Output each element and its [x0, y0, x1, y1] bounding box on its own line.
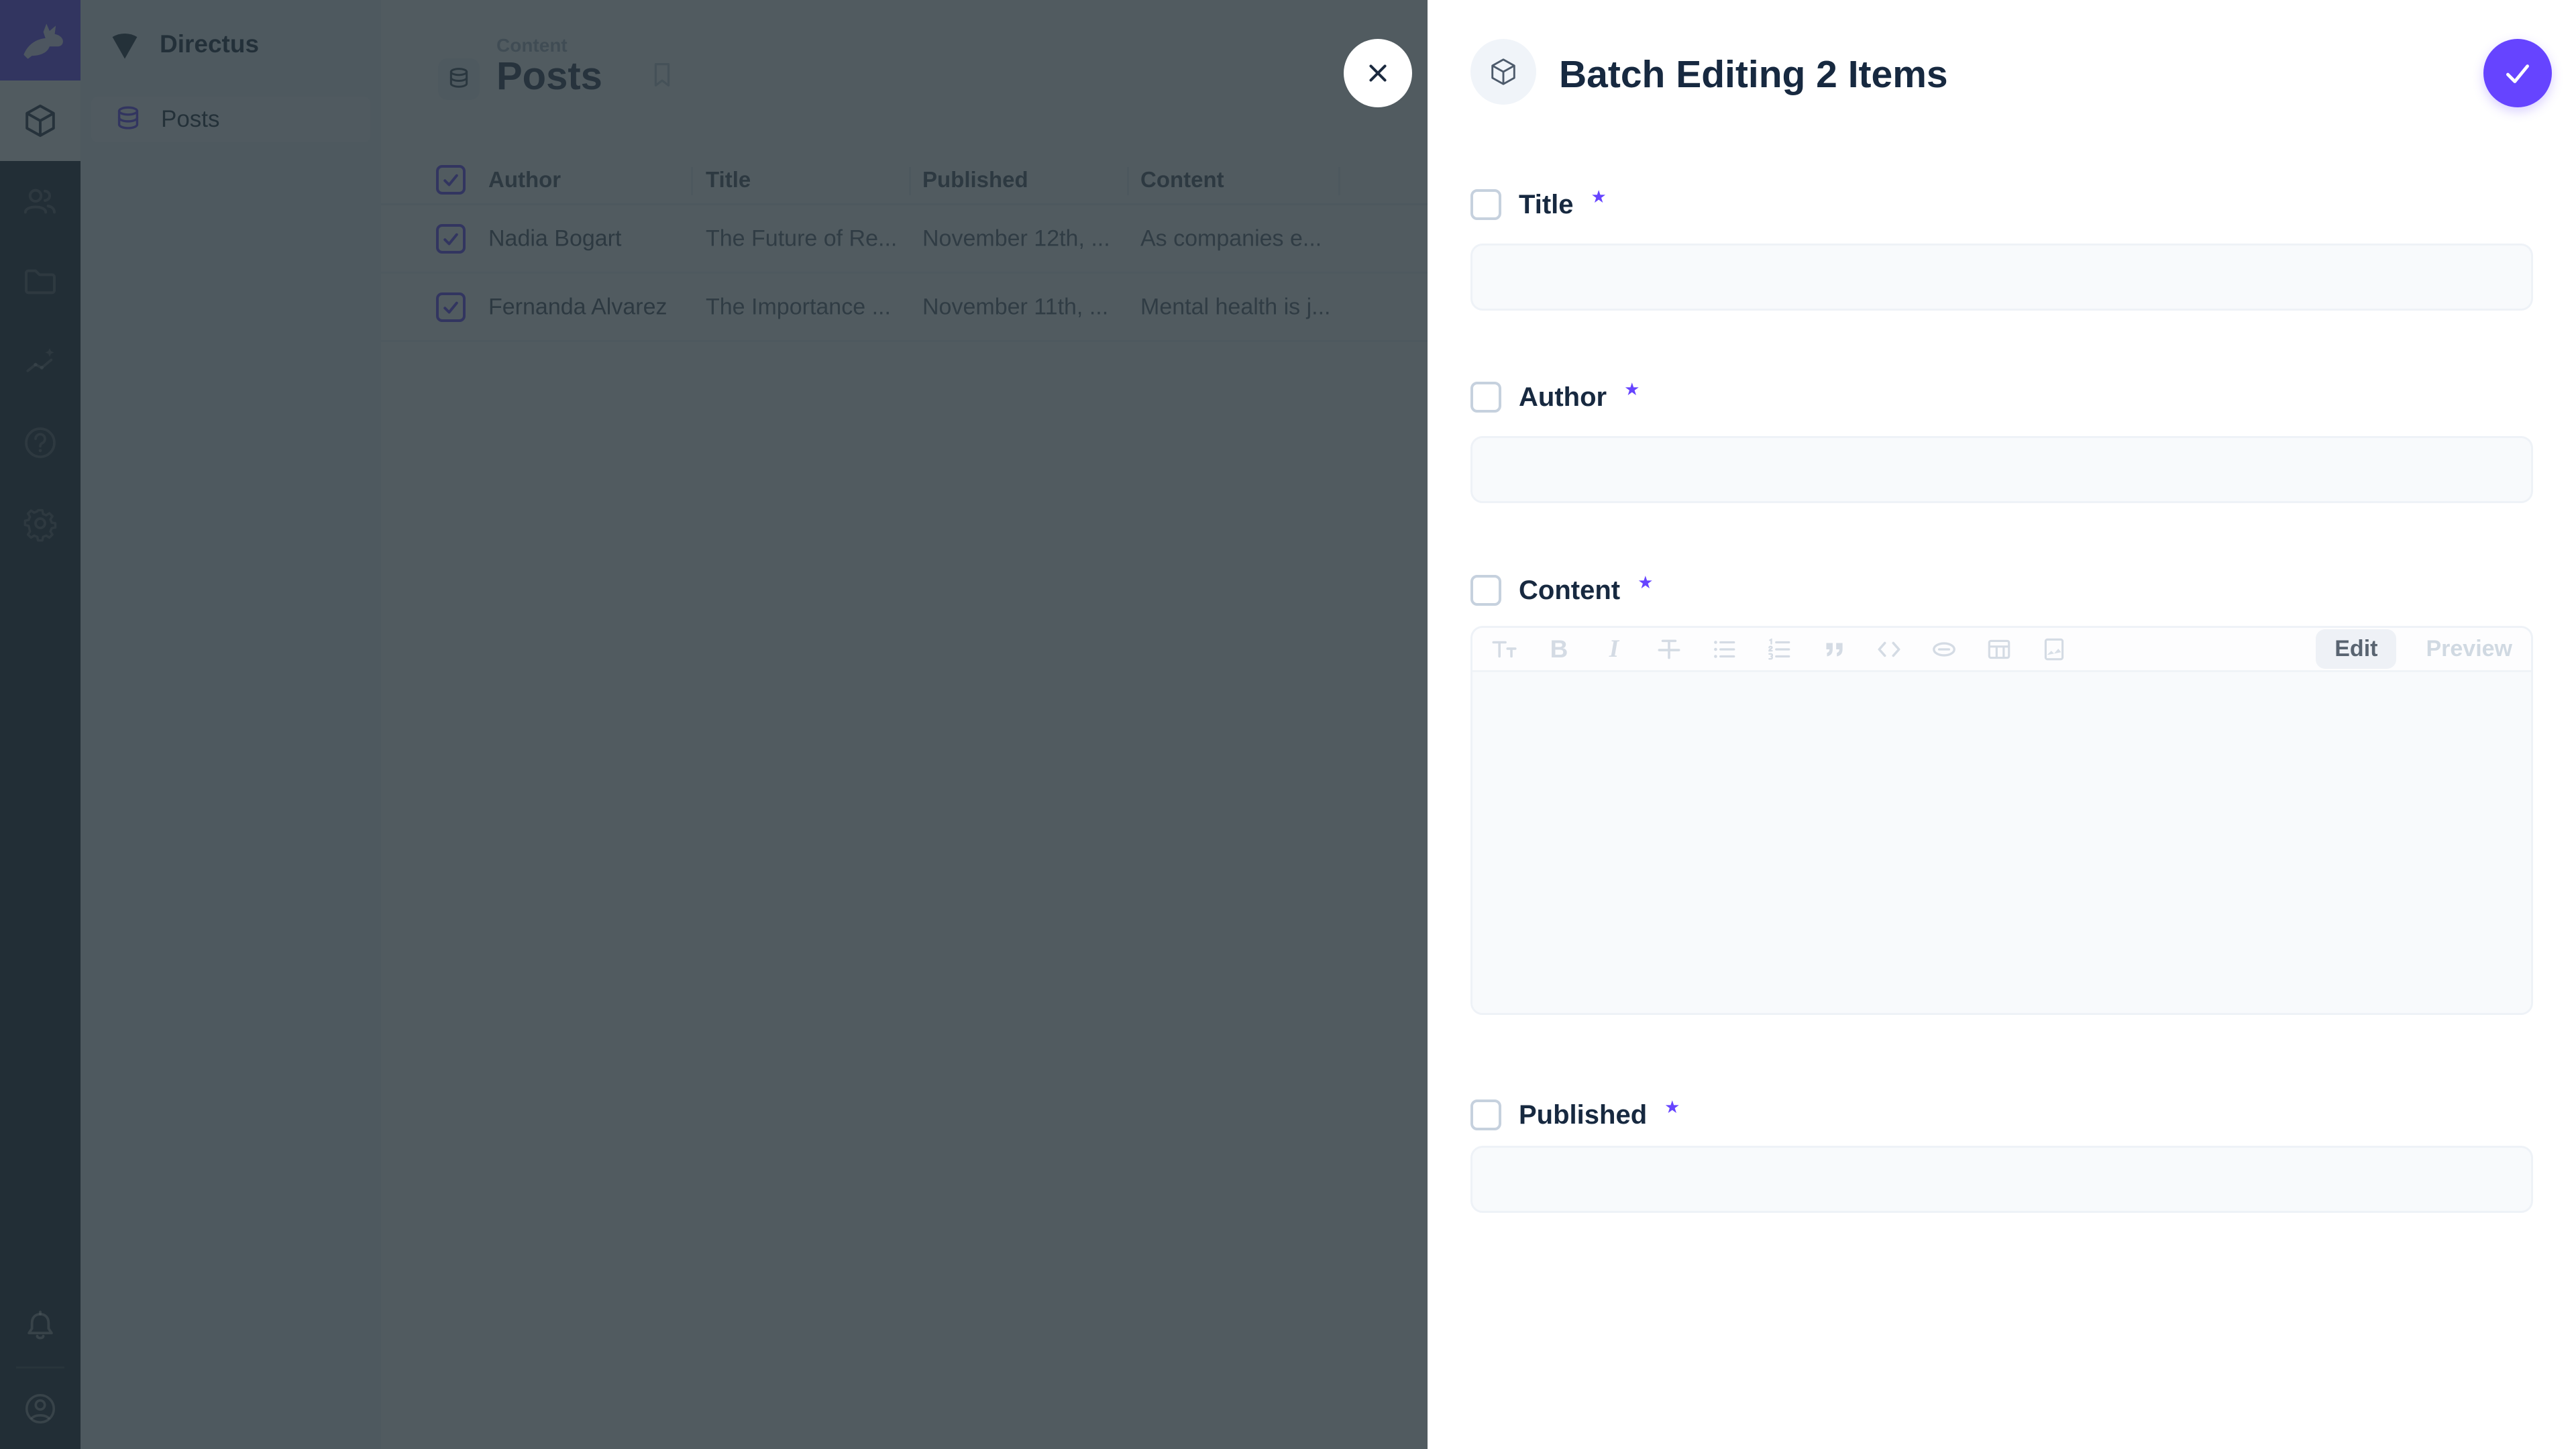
- link-icon[interactable]: [1927, 633, 1961, 666]
- strikethrough-icon[interactable]: [1652, 633, 1686, 666]
- editor-toolbar: B I: [1472, 628, 2531, 672]
- bulleted-list-icon[interactable]: [1707, 633, 1741, 666]
- published-input[interactable]: [1470, 1146, 2533, 1213]
- italic-icon[interactable]: I: [1597, 633, 1631, 666]
- field-label-text: Author: [1519, 382, 1607, 413]
- drawer-title: Batch Editing 2 Items: [1559, 52, 1948, 97]
- tab-preview[interactable]: Preview: [2426, 636, 2512, 662]
- code-icon[interactable]: [1872, 633, 1906, 666]
- markdown-editor: B I: [1470, 626, 2533, 1015]
- author-input[interactable]: [1470, 436, 2533, 503]
- bold-icon[interactable]: B: [1542, 633, 1576, 666]
- field-label-text: Published: [1519, 1100, 1647, 1130]
- field-checkbox-author[interactable]: [1470, 382, 1501, 413]
- tab-edit[interactable]: Edit: [2316, 629, 2396, 669]
- required-star: ★: [1624, 379, 1640, 400]
- field-checkbox-title[interactable]: [1470, 189, 1501, 220]
- batch-edit-drawer: Batch Editing 2 Items Title ★ Author ★ C…: [1428, 0, 2576, 1449]
- field-label-published: Published ★: [1470, 1098, 1680, 1132]
- save-button[interactable]: [2483, 39, 2552, 107]
- title-input[interactable]: [1470, 244, 2533, 311]
- numbered-list-icon[interactable]: [1762, 633, 1796, 666]
- required-star: ★: [1638, 572, 1653, 593]
- field-label-text: Title: [1519, 190, 1574, 220]
- close-icon: [1362, 58, 1393, 89]
- close-drawer-button[interactable]: [1344, 39, 1412, 107]
- drawer-overlay[interactable]: [0, 0, 1428, 1449]
- field-label-title: Title ★: [1470, 188, 1607, 221]
- box-icon: [1488, 56, 1519, 87]
- field-checkbox-published[interactable]: [1470, 1099, 1501, 1130]
- field-checkbox-content[interactable]: [1470, 575, 1501, 606]
- image-icon[interactable]: [2037, 633, 2071, 666]
- drawer-header-icon: [1470, 39, 1536, 105]
- check-icon: [2501, 56, 2534, 90]
- heading-icon[interactable]: [1487, 633, 1521, 666]
- markdown-textarea[interactable]: [1472, 672, 2531, 1015]
- field-label-content: Content ★: [1470, 574, 1653, 607]
- table-icon[interactable]: [1982, 633, 2016, 666]
- required-star: ★: [1591, 186, 1607, 207]
- blockquote-icon[interactable]: [1817, 633, 1851, 666]
- required-star: ★: [1664, 1097, 1680, 1118]
- field-label-text: Content: [1519, 576, 1620, 606]
- field-label-author: Author ★: [1470, 380, 1640, 414]
